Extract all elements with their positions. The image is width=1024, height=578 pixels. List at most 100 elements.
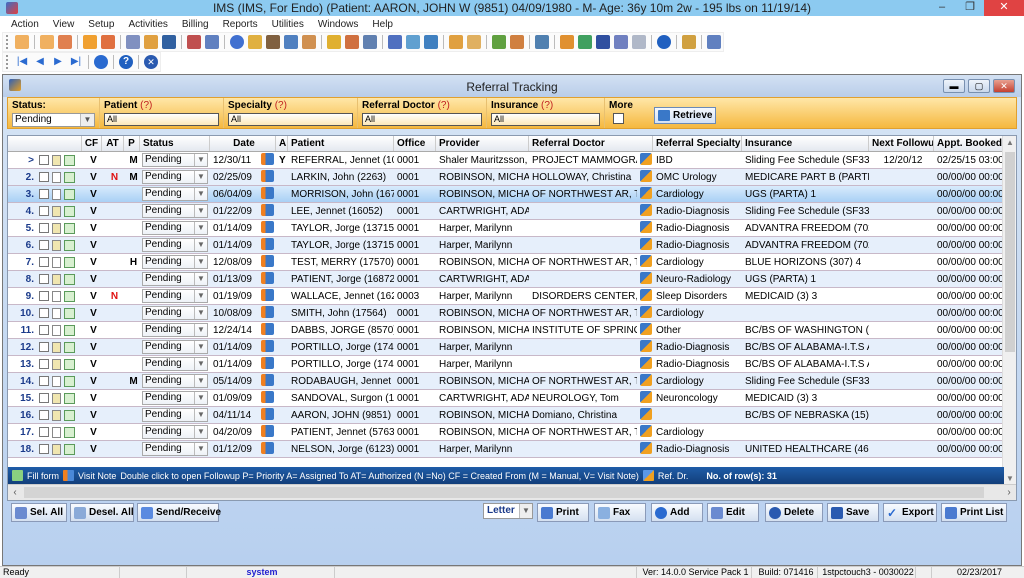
notes-icon[interactable] xyxy=(205,35,219,49)
specialty-input[interactable]: All xyxy=(228,113,353,126)
chevron-down-icon[interactable]: ▼ xyxy=(519,504,532,518)
status-dropdown[interactable]: Pending ▼ xyxy=(142,187,208,201)
visit-note-icon[interactable] xyxy=(261,220,274,233)
referral-doctor-icon[interactable] xyxy=(640,254,652,267)
print-button[interactable]: Print xyxy=(537,503,589,522)
hscroll-thumb[interactable] xyxy=(24,487,984,498)
add-button[interactable]: Add xyxy=(651,503,703,522)
referral-doctor-icon[interactable] xyxy=(640,305,652,318)
user-report-icon[interactable] xyxy=(510,35,524,49)
referral-doctor-icon[interactable] xyxy=(640,390,652,403)
export-button[interactable]: ✓ Export xyxy=(883,503,937,522)
menu-action[interactable]: Action xyxy=(4,19,46,30)
menu-activities[interactable]: Activities xyxy=(121,19,174,30)
row-checkbox[interactable] xyxy=(39,376,49,386)
document-icon[interactable] xyxy=(52,222,61,234)
document-icon[interactable] xyxy=(52,375,61,387)
status-dropdown[interactable]: Pending ▼ xyxy=(142,442,208,456)
status-dropdown[interactable]: Pending ▼ xyxy=(142,289,208,303)
row-checkbox[interactable] xyxy=(39,274,49,284)
first-record-icon[interactable]: |◀ xyxy=(15,55,29,69)
chevron-down-icon[interactable]: ▼ xyxy=(194,392,207,404)
row-checkbox[interactable] xyxy=(39,206,49,216)
table-row[interactable]: 6. V Pending ▼ 01/14/09 TAYLOR, Jorge (13715)… xyxy=(8,237,1016,254)
status-dropdown[interactable]: Pending ▼ xyxy=(142,170,208,184)
visit-note-icon[interactable] xyxy=(261,271,274,284)
close-circle-icon[interactable]: ✕ xyxy=(144,55,158,69)
row-checkbox[interactable] xyxy=(39,172,49,182)
row-checkbox[interactable] xyxy=(39,410,49,420)
refresh-icon[interactable] xyxy=(94,55,108,69)
row-checkbox[interactable] xyxy=(39,257,49,267)
status-dropdown[interactable]: Pending ▼ xyxy=(142,425,208,439)
col-office[interactable]: Office xyxy=(394,136,436,151)
fill-form-icon[interactable] xyxy=(64,222,75,234)
document-icon[interactable] xyxy=(52,358,61,370)
minimize-button[interactable]: – xyxy=(928,0,956,16)
transfer-icon[interactable] xyxy=(560,35,574,49)
status-dropdown[interactable]: Pending ▼ xyxy=(142,306,208,320)
folder-icon[interactable] xyxy=(83,35,97,49)
help-icon[interactable] xyxy=(657,35,671,49)
visit-note-icon[interactable] xyxy=(261,441,274,454)
lock-icon[interactable] xyxy=(682,35,696,49)
row-checkbox[interactable] xyxy=(39,240,49,250)
document-icon[interactable] xyxy=(52,205,61,217)
fill-form-icon[interactable] xyxy=(64,154,75,166)
visit-note-icon[interactable] xyxy=(261,186,274,199)
chevron-down-icon[interactable]: ▼ xyxy=(194,222,207,234)
col-next-followup[interactable]: Next Followup xyxy=(869,136,934,151)
table-row[interactable]: 14. V M Pending ▼ 05/14/09 RODABAUGH, Jennet (… xyxy=(8,373,1016,390)
exit-icon[interactable] xyxy=(707,35,721,49)
chevron-down-icon[interactable]: ▼ xyxy=(194,341,207,353)
status-dropdown[interactable]: Pending ▼ xyxy=(142,374,208,388)
status-dropdown[interactable]: Pending ▼ xyxy=(142,340,208,354)
chevron-down-icon[interactable]: ▼ xyxy=(194,256,207,268)
col-cf[interactable]: CF xyxy=(82,136,102,151)
chart-edit-icon[interactable] xyxy=(101,35,115,49)
table-row[interactable]: 5. V Pending ▼ 01/14/09 TAYLOR, Jorge (13715)… xyxy=(8,220,1016,237)
word-icon[interactable] xyxy=(596,35,610,49)
row-checkbox[interactable] xyxy=(39,444,49,454)
child-minimize-button[interactable]: ▬ xyxy=(943,79,965,93)
referral-icon[interactable] xyxy=(406,35,420,49)
billing-icon[interactable] xyxy=(230,35,244,49)
referral-doctor-icon[interactable] xyxy=(640,288,652,301)
row-checkbox[interactable] xyxy=(39,155,49,165)
document-icon[interactable] xyxy=(52,426,61,438)
fill-form-icon[interactable] xyxy=(64,392,75,404)
scroll-thumb[interactable] xyxy=(1005,152,1015,352)
referral-doctor-icon[interactable] xyxy=(640,356,652,369)
menu-windows[interactable]: Windows xyxy=(311,19,366,30)
visit-note-icon[interactable] xyxy=(261,322,274,335)
patient-input[interactable]: All xyxy=(104,113,219,126)
visit-note-icon[interactable] xyxy=(261,237,274,250)
table-row[interactable]: 9. V N Pending ▼ 01/19/09 WALLACE, Jennet (162… xyxy=(8,288,1016,305)
status-select[interactable]: Pending ▼ xyxy=(12,113,95,127)
fill-form-icon[interactable] xyxy=(64,205,75,217)
col-referral-doctor[interactable]: Referral Doctor xyxy=(529,136,653,151)
fill-form-icon[interactable] xyxy=(64,290,75,302)
sync-icon[interactable] xyxy=(578,35,592,49)
fill-form-icon[interactable] xyxy=(64,375,75,387)
prev-record-icon[interactable]: ◀ xyxy=(33,55,47,69)
payment-icon[interactable] xyxy=(248,35,262,49)
toolbar-grip[interactable] xyxy=(6,55,10,69)
fill-form-icon[interactable] xyxy=(64,171,75,183)
lab-flask-icon[interactable] xyxy=(144,35,158,49)
referral-doctor-help-link[interactable]: (?) xyxy=(438,100,450,111)
document-icon[interactable] xyxy=(52,341,61,353)
table-row[interactable]: 17. V Pending ▼ 04/20/09 PATIENT, Jennet (576… xyxy=(8,424,1016,441)
referral-doctor-icon[interactable] xyxy=(640,271,652,284)
table-row[interactable]: 15. V Pending ▼ 01/09/09 SANDOVAL, Surgon (12… xyxy=(8,390,1016,407)
visit-note-icon[interactable] xyxy=(261,373,274,386)
document-icon[interactable] xyxy=(52,154,61,166)
status-dropdown[interactable]: Pending ▼ xyxy=(142,323,208,337)
insurance-input[interactable]: All xyxy=(491,113,600,126)
fill-form-icon[interactable] xyxy=(64,256,75,268)
save-button[interactable]: Save xyxy=(827,503,879,522)
fill-form-icon[interactable] xyxy=(64,188,75,200)
chevron-down-icon[interactable]: ▼ xyxy=(194,239,207,251)
table-row[interactable]: 2. V N M Pending ▼ 02/25/09 LARKIN, John (2263)… xyxy=(8,169,1016,186)
referral-doctor-input[interactable]: All xyxy=(362,113,482,126)
